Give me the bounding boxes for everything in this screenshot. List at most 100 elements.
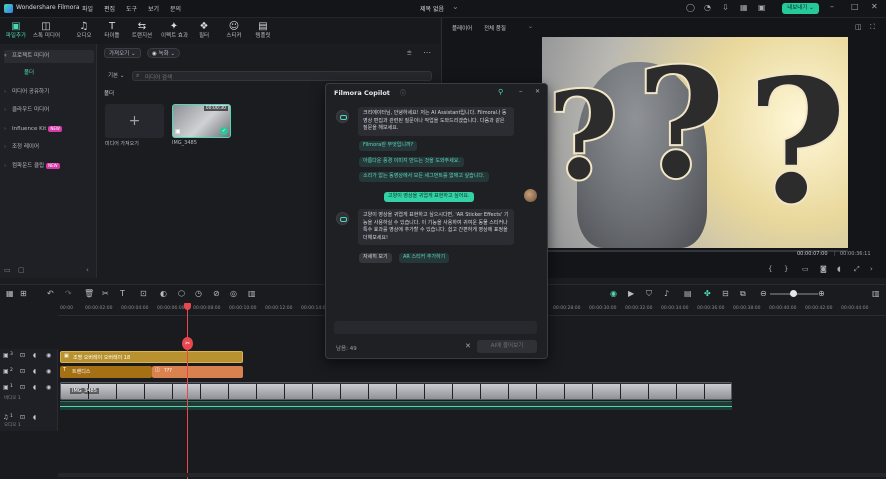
play-icon[interactable]: ▶	[628, 289, 634, 298]
preview-more-icon[interactable]: ›	[870, 265, 873, 273]
sticker-clip[interactable]: ◫ ???	[152, 366, 243, 378]
mute-icon[interactable]: ◖	[33, 414, 36, 421]
audio-waveform[interactable]	[60, 401, 732, 410]
toolbar-audio[interactable]: ♫ 오디오	[71, 21, 97, 40]
toolbar-stock-media[interactable]: ◫ 스톡 미디어	[33, 21, 60, 40]
search-field[interactable]: ⌕ 미디어 검색	[132, 71, 432, 81]
zoom-in-icon[interactable]: ⊕	[818, 289, 825, 298]
toolbar-import[interactable]: ▣ 파일추가	[3, 21, 29, 40]
tab-player[interactable]: 플레이어	[452, 24, 472, 32]
bracket-out-icon[interactable]: }	[784, 265, 788, 273]
render-icon[interactable]: ◉	[610, 289, 617, 298]
toolbar-transitions[interactable]: ⇆ 트랜지션	[129, 21, 155, 40]
toolbar-templates[interactable]: ▤ 템플릿	[250, 21, 276, 40]
text-overlay-clip[interactable]: ▣ 조명 오버레이 오버레이 18	[60, 351, 243, 363]
fullscreen-icon[interactable]: ⛶	[870, 23, 875, 32]
crop-icon[interactable]: ⊡	[140, 289, 147, 298]
ask-ai-button[interactable]: AI에 물어보기	[477, 340, 537, 353]
quality-chevron-icon[interactable]: ⌄	[528, 23, 533, 30]
timeline-scrollbar[interactable]	[58, 473, 886, 477]
export-button[interactable]: 내보내기 ⌄	[782, 3, 819, 14]
ai-icon[interactable]: ▤	[684, 289, 692, 298]
snap-icon[interactable]: ⊟	[722, 289, 729, 298]
sidebar-item-project-media[interactable]: ▾ 프로젝트 미디어	[4, 50, 94, 63]
suggestion-1[interactable]: Filmora란 무엇입니까?	[359, 141, 418, 151]
timeline-settings-icon[interactable]: ▥	[872, 289, 880, 298]
marker-icon[interactable]: ✤	[704, 289, 711, 298]
undo-icon[interactable]: ↶	[47, 289, 54, 298]
add-track-icon[interactable]: ⊞	[20, 289, 27, 298]
delete-icon[interactable]: 🗑	[84, 289, 94, 298]
sidebar-item-cloud-media[interactable]: › 클라우드 미디어	[4, 104, 94, 117]
volume-icon[interactable]: ◖	[837, 265, 841, 273]
camera-icon[interactable]: ◙	[820, 265, 827, 273]
pip-icon[interactable]: ⧉	[740, 289, 746, 299]
copilot-input[interactable]	[334, 321, 537, 334]
more-icon[interactable]: ⋯	[423, 48, 431, 57]
split-icon[interactable]: ✂	[102, 289, 109, 298]
sidebar-item-adjustment-layer[interactable]: › 조정 레이어	[4, 141, 94, 154]
close-dialog-icon[interactable]: ✕	[535, 88, 540, 95]
video-clip[interactable]: IMG_3485	[60, 382, 732, 400]
monitor-icon[interactable]: ▭	[802, 265, 809, 273]
folder-icon[interactable]: ▢	[18, 266, 25, 274]
ar-sticker-button[interactable]: AR 스티커 추가하기	[399, 253, 450, 263]
menu-help[interactable]: 문의	[170, 4, 181, 13]
sidebar-item-share-media[interactable]: › 미디어 공유하기	[4, 86, 94, 99]
menu-file[interactable]: 파일	[82, 4, 93, 13]
more-tools-icon[interactable]: ▥	[248, 289, 256, 298]
toolbar-effects[interactable]: ✦ 이펙트 효과	[161, 21, 188, 40]
media-clip-thumb[interactable]: 00:00:30 ▣ ✓	[172, 104, 231, 138]
expand-icon[interactable]: ⤢	[854, 265, 860, 274]
notification-icon[interactable]: ◔	[704, 3, 711, 12]
import-media-tile[interactable]: +	[105, 104, 164, 138]
layout-icon[interactable]: ▦	[740, 3, 748, 12]
playhead-handle[interactable]	[184, 303, 191, 310]
download-icon[interactable]: ⇩	[722, 3, 729, 12]
zoom-out-icon[interactable]: ⊖	[760, 289, 767, 298]
minimize-icon[interactable]: –	[830, 2, 834, 11]
collapse-panel-icon[interactable]: ‹	[86, 266, 89, 274]
quality-dropdown[interactable]: 전체 품질	[484, 24, 506, 32]
toolbar-titles[interactable]: T 타이틀	[99, 21, 125, 40]
filter-sort-icon[interactable]: ⩧	[407, 48, 412, 58]
sidebar-item-influence-kit[interactable]: › Influence Kit NEW	[4, 123, 94, 136]
title-chevron-icon[interactable]: ⌄	[452, 2, 459, 11]
eye-icon[interactable]: ◉	[46, 352, 51, 359]
lock-icon[interactable]: ⊡	[20, 368, 25, 375]
playhead[interactable]	[187, 304, 188, 479]
mic-icon[interactable]: ♪	[664, 289, 669, 298]
mute-icon[interactable]: ◖	[33, 352, 36, 359]
detail-button[interactable]: 자세히 보기	[359, 253, 392, 263]
shield-icon[interactable]: ⛉	[646, 289, 652, 299]
layout-grid-icon[interactable]: ▦	[6, 289, 14, 298]
sidebar-item-compound-clip[interactable]: › 컴파운드 클립 NEW	[4, 160, 94, 173]
suggestion-3[interactable]: 소리가 없는 동영상에서 모든 세그먼트를 없애고 싶습니다.	[359, 172, 489, 182]
user-icon[interactable]: ◯	[686, 3, 695, 12]
split-marker[interactable]: ✂	[182, 337, 193, 350]
mute-icon[interactable]: ◖	[33, 368, 36, 375]
mute-icon[interactable]: ◖	[33, 384, 36, 391]
save-icon[interactable]: ▣	[758, 3, 766, 12]
record-dropdown[interactable]: ◉ 녹화 ⌄	[147, 48, 181, 58]
close-icon[interactable]: ✕	[871, 2, 878, 11]
lock-icon[interactable]: ⊡	[20, 352, 25, 359]
audio-edit-icon[interactable]: ◎	[230, 289, 237, 298]
minimize-dialog-icon[interactable]: –	[519, 87, 523, 95]
zoom-handle[interactable]	[790, 290, 797, 297]
pin-icon[interactable]: ⚲	[498, 88, 503, 96]
menu-view[interactable]: 보기	[148, 4, 159, 13]
bracket-in-icon[interactable]: {	[768, 265, 772, 273]
eye-icon[interactable]: ◉	[46, 384, 51, 391]
redo-icon[interactable]: ↷	[65, 289, 72, 298]
toolbar-filters[interactable]: ❖ 필터	[191, 21, 217, 40]
new-folder-icon[interactable]: ▭	[4, 266, 11, 274]
shape-icon[interactable]: ⬡	[178, 289, 185, 298]
lock-icon[interactable]: ⊡	[20, 384, 25, 391]
title-clip[interactable]: T 트렌디스	[60, 366, 152, 378]
sidebar-item-folder[interactable]: 폴더	[4, 67, 94, 80]
eye-icon[interactable]: ◉	[46, 368, 51, 375]
stabilize-icon[interactable]: ⊘	[213, 289, 220, 298]
menu-edit[interactable]: 편집	[104, 4, 115, 13]
lock-icon[interactable]: ⊡	[20, 414, 25, 421]
